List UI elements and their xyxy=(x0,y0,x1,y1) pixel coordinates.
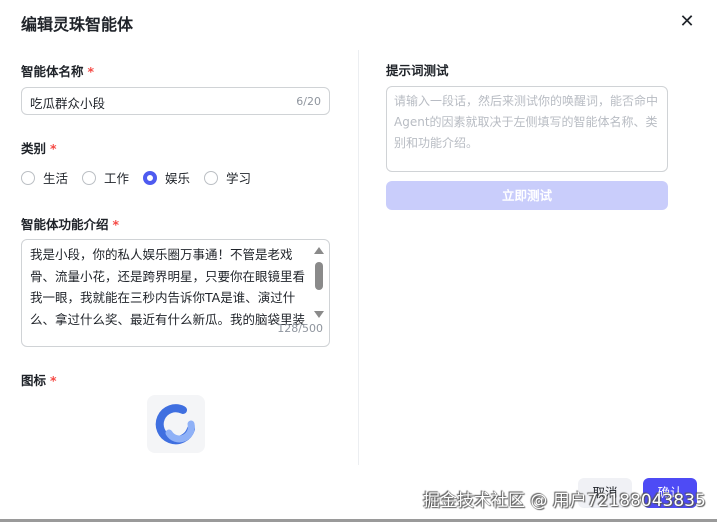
edit-agent-dialog: 编辑灵珠智能体 ✕ 智能体名称 * 吃瓜群众小段 6/20 类别 * 生活 工作 娱… xyxy=(0,0,717,522)
agent-name-value: 吃瓜群众小段 xyxy=(30,96,106,111)
scrollbar-thumb[interactable] xyxy=(315,262,323,290)
intro-text: 我是小段，你的私人娱乐圈万事通！不管是老戏骨、流量小花，还是跨界明星，只要你在眼… xyxy=(30,247,306,327)
intro-label: 智能体功能介绍 * xyxy=(21,217,120,232)
icon-label: 图标 * xyxy=(21,373,57,388)
prompt-test-label: 提示词测试 xyxy=(386,63,449,78)
intro-textarea[interactable]: 我是小段，你的私人娱乐圈万事通！不管是老戏骨、流量小花，还是跨界明星，只要你在眼… xyxy=(21,239,330,347)
radio-life[interactable]: 生活 xyxy=(21,168,68,187)
name-label: 智能体名称 * xyxy=(21,64,95,79)
dialog-title: 编辑灵珠智能体 xyxy=(21,15,134,34)
agent-name-input[interactable]: 吃瓜群众小段 6/20 xyxy=(21,87,330,115)
prompt-placeholder: 请输入一段话，然后来测试你的唤醒词，能否命中Agent的因素就取决于左侧填写的智… xyxy=(394,94,659,150)
cancel-button[interactable]: 取消 xyxy=(578,478,632,508)
column-divider xyxy=(358,50,359,465)
category-label: 类别 * xyxy=(21,141,57,156)
name-char-count: 6/20 xyxy=(296,95,321,108)
category-radio-group: 生活 工作 娱乐 学习 xyxy=(21,168,265,187)
scroll-up-icon[interactable] xyxy=(314,247,324,254)
test-now-button[interactable]: 立即测试 xyxy=(386,181,668,210)
agent-icon-picker[interactable] xyxy=(147,395,205,453)
agent-logo-icon xyxy=(155,404,195,445)
close-icon[interactable]: ✕ xyxy=(677,12,697,32)
radio-study[interactable]: 学习 xyxy=(204,168,251,187)
radio-work[interactable]: 工作 xyxy=(82,168,129,187)
prompt-test-input[interactable]: 请输入一段话，然后来测试你的唤醒词，能否命中Agent的因素就取决于左侧填写的智… xyxy=(386,86,668,172)
intro-char-count: 128/500 xyxy=(277,321,323,335)
confirm-button[interactable]: 确认 xyxy=(643,478,697,508)
radio-entertainment[interactable]: 娱乐 xyxy=(143,168,190,187)
